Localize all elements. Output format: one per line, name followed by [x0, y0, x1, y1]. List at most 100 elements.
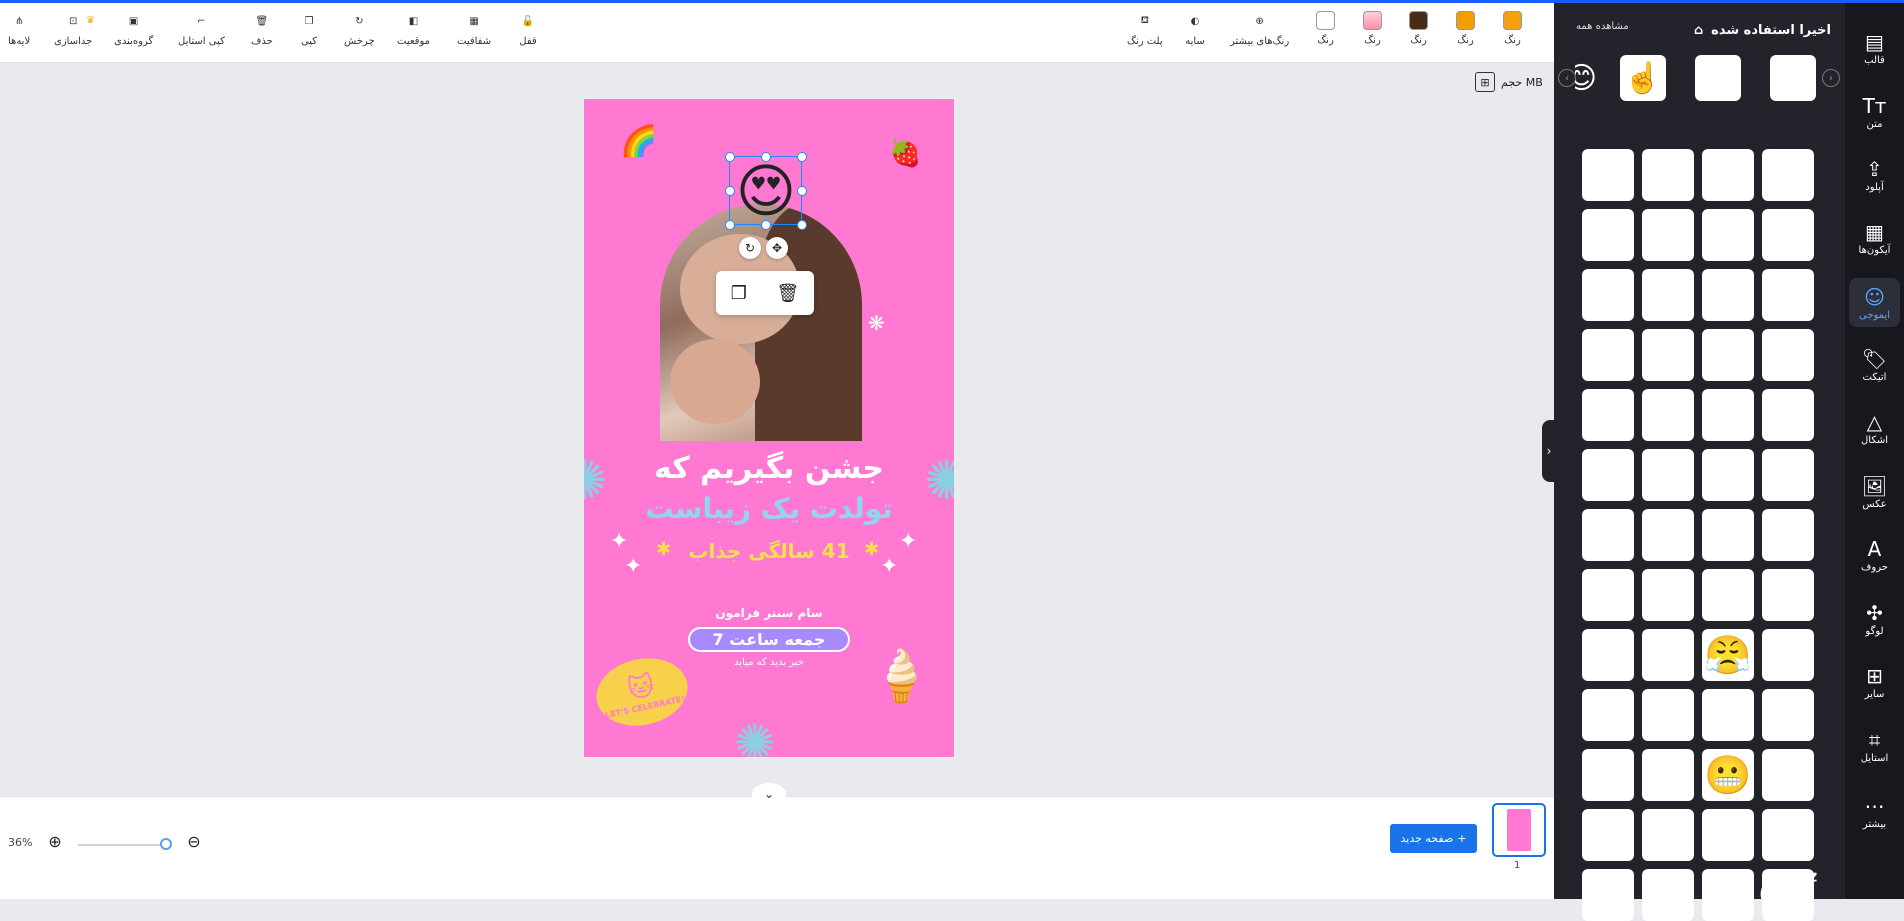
emoji-item[interactable]: 😡	[1702, 569, 1754, 621]
emoji-item[interactable]: 😂	[1702, 209, 1754, 261]
emoji-item[interactable]: 😔	[1702, 809, 1754, 861]
rail-item-more[interactable]: ⋯ بیشتر	[1845, 793, 1904, 830]
emoji-item[interactable]: 😴	[1758, 869, 1818, 921]
emoji-item[interactable]: 😘	[1702, 329, 1754, 381]
emoji-item[interactable]: 😚	[1762, 569, 1814, 621]
emoji-item[interactable]: 😞	[1762, 629, 1814, 681]
emoji-item[interactable]: 😗	[1582, 449, 1634, 501]
resize-handle-t[interactable]	[761, 152, 771, 162]
emoji-item[interactable]: 😠	[1642, 569, 1694, 621]
resize-handle-tr[interactable]	[797, 152, 807, 162]
move-handle-icon[interactable]: ✥	[766, 237, 788, 259]
emoji-item[interactable]: 😤	[1702, 629, 1754, 681]
time-pill[interactable]: جمعه ساعت 7	[688, 627, 850, 652]
emoji-item[interactable]: 😎	[1702, 389, 1754, 441]
emoji-item[interactable]: 😖	[1762, 509, 1814, 561]
emoji-item[interactable]: 😬	[1702, 749, 1754, 801]
color-swatch-1[interactable]: رنگ	[1316, 11, 1335, 46]
layers-button[interactable]: ⋔ لایه‌ها	[8, 11, 30, 48]
rail-item-other[interactable]: ⊞ سایر	[1845, 663, 1904, 700]
emoji-item[interactable]: 😙	[1642, 449, 1694, 501]
emoji-item[interactable]: 😅	[1762, 149, 1814, 201]
rail-item-emoji[interactable]: ☺ ایموجی	[1849, 278, 1900, 327]
rotate-button[interactable]: ↻ چرخش	[344, 11, 375, 48]
emoji-item[interactable]: 😆	[1762, 269, 1814, 321]
venue-text[interactable]: سام سنتر فرامون	[584, 606, 954, 620]
emoji-item[interactable]: 😋	[1582, 269, 1634, 321]
emoji-item[interactable]: 😜	[1642, 509, 1694, 561]
emoji-item[interactable]: 😰	[1582, 809, 1634, 861]
copy-button[interactable]: ❐ کپی	[299, 11, 319, 48]
rail-item-letter[interactable]: A حروف	[1845, 536, 1904, 573]
emoji-item[interactable]: 😮	[1762, 809, 1814, 861]
emoji-item[interactable]: 😢	[1762, 689, 1814, 741]
view-all-link[interactable]: مشاهده همه	[1576, 21, 1629, 32]
scroll-right-icon[interactable]: ›	[1822, 69, 1840, 87]
title-line-3[interactable]: 41 سالگی جذاب	[584, 539, 954, 563]
recent-emoji-3[interactable]: 😍	[1770, 55, 1816, 101]
emoji-item[interactable]: 😄	[1762, 209, 1814, 261]
rail-item-image[interactable]: 🖼 عکس	[1845, 473, 1904, 510]
resize-handle-b[interactable]	[761, 220, 771, 230]
emoji-item[interactable]: 😣	[1582, 629, 1634, 681]
resize-handle-br[interactable]	[797, 220, 807, 230]
recent-emoji-2[interactable]: 😜	[1695, 55, 1741, 101]
strawberry-sticker[interactable]: 🍓	[889, 139, 921, 169]
popup-copy-icon[interactable]: ❐	[731, 283, 747, 304]
emoji-item[interactable]: 😒	[1642, 389, 1694, 441]
color-swatch-2[interactable]: رنگ	[1363, 11, 1382, 46]
emoji-item[interactable]: 😳	[1702, 869, 1754, 921]
emoji-item[interactable]: 😦	[1702, 689, 1754, 741]
copy-style-button[interactable]: ⌐ کپی استایل	[178, 11, 225, 48]
emoji-item[interactable]: 😫	[1642, 749, 1694, 801]
emoji-item[interactable]: 😩	[1762, 749, 1814, 801]
rail-item-text[interactable]: Tт متن	[1845, 93, 1904, 130]
emoji-item[interactable]: 😪	[1582, 749, 1634, 801]
more-colors-button[interactable]: ⊕ رنگ‌های بیشتر	[1230, 11, 1289, 48]
emoji-item[interactable]: 😔	[1762, 449, 1814, 501]
scroll-left-icon[interactable]: ‹	[1558, 69, 1576, 87]
emoji-item[interactable]: 😉	[1642, 209, 1694, 261]
lock-button[interactable]: 🔓 قفل	[518, 11, 538, 48]
zoom-slider[interactable]	[78, 844, 168, 846]
delete-button[interactable]: 🗑 حذف	[251, 11, 273, 48]
resize-handle-bl[interactable]	[725, 220, 735, 230]
collapse-bottom-chevron-icon[interactable]: ⌄	[752, 783, 786, 805]
rainbow-sticker[interactable]: 🌈	[620, 124, 657, 159]
zoom-out-icon[interactable]: ⊖	[185, 833, 203, 851]
rail-item-logo[interactable]: ✣ لوگو	[1845, 600, 1904, 637]
emoji-item[interactable]: 😕	[1702, 449, 1754, 501]
emoji-item[interactable]: 😇	[1582, 209, 1634, 261]
emoji-item[interactable]: 😝	[1702, 509, 1754, 561]
emoji-item[interactable]: 😑	[1642, 329, 1694, 381]
resize-handle-tl[interactable]	[725, 152, 735, 162]
shadow-button[interactable]: ◐ سایه	[1185, 11, 1205, 48]
rail-item-shapes[interactable]: △ اشکال	[1845, 409, 1904, 446]
title-line-1[interactable]: جشن بگیریم که	[584, 451, 954, 486]
recent-emoji-1[interactable]: ☝️	[1620, 55, 1666, 101]
emoji-item[interactable]: 😯	[1642, 869, 1694, 921]
color-swatch-4[interactable]: رنگ	[1456, 11, 1475, 46]
emoji-item[interactable]: 😱	[1582, 869, 1634, 921]
position-button[interactable]: ◧ موقعیت	[397, 11, 430, 48]
emoji-item[interactable]: 😁	[1702, 149, 1754, 201]
emoji-item[interactable]: 😟	[1582, 569, 1634, 621]
mother-baby-photo[interactable]	[660, 204, 862, 441]
emoji-item[interactable]: 😏	[1762, 389, 1814, 441]
zoom-slider-knob[interactable]	[160, 838, 172, 850]
new-page-button[interactable]: + صفحه جدید	[1390, 824, 1477, 853]
rail-item-upload[interactable]: ⇪ آپلود	[1845, 156, 1904, 193]
emoji-item[interactable]: 😐	[1582, 329, 1634, 381]
emoji-item[interactable]: 😧	[1642, 689, 1694, 741]
color-swatch-5[interactable]: رنگ	[1503, 11, 1522, 46]
emoji-item[interactable]: 😨	[1582, 689, 1634, 741]
ice-cream-sticker[interactable]: 🍦	[870, 647, 932, 706]
emoji-item[interactable]: 😯	[1642, 809, 1694, 861]
color-swatch-3[interactable]: رنگ	[1409, 11, 1428, 46]
popup-delete-icon[interactable]: 🗑	[776, 283, 799, 304]
group-button[interactable]: ▣ گروه‌بندی	[114, 11, 153, 48]
rail-item-template[interactable]: ▤ قالب	[1845, 29, 1904, 66]
emoji-item[interactable]: 😀	[1582, 149, 1634, 201]
emoji-item[interactable]: 😊	[1762, 329, 1814, 381]
recent-emoji-partial[interactable]: 😊	[1575, 55, 1597, 101]
